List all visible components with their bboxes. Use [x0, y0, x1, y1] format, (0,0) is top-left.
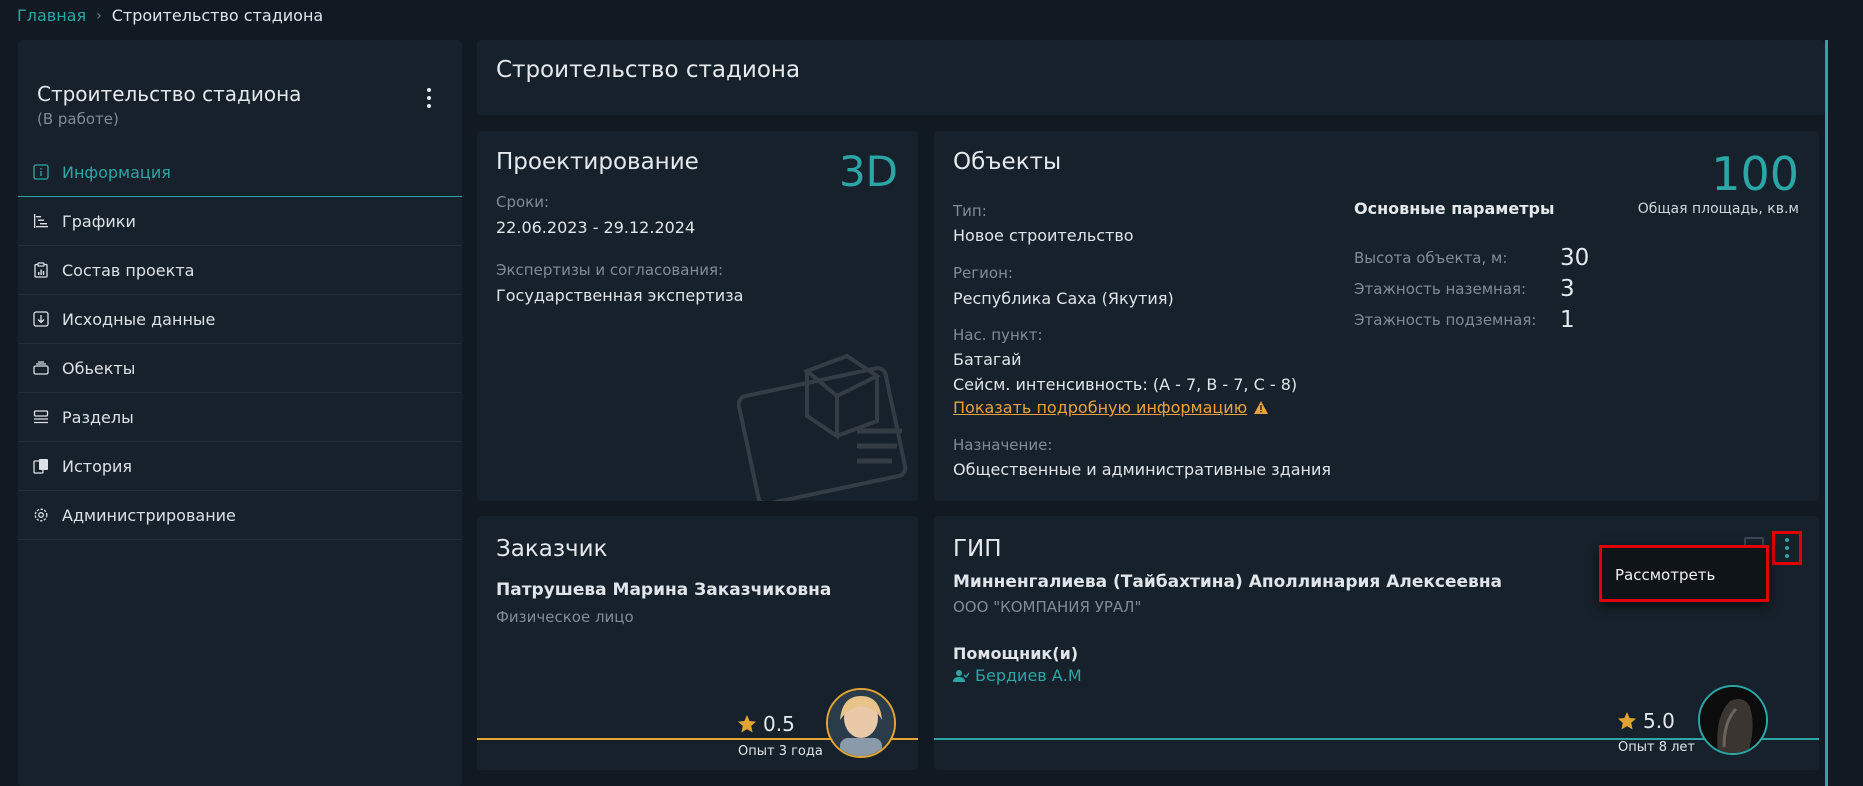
sidebar: Строительство стадиона (В работе) Информ…: [18, 40, 462, 786]
height-label: Высота объекта, м:: [1354, 249, 1508, 267]
design-3d-badge: 3D: [838, 147, 898, 196]
sidebar-item-info[interactable]: Информация: [18, 148, 462, 197]
assistants-title: Помощник(и): [953, 644, 1079, 663]
terms-label: Сроки:: [496, 193, 550, 211]
design-title: Проектирование: [496, 149, 699, 175]
gip-rating: 5.0: [1617, 709, 1675, 733]
sidebar-item-label: Графики: [62, 211, 136, 231]
objects-title: Объекты: [953, 149, 1062, 175]
customer-title: Заказчик: [496, 536, 608, 562]
project-menu-kebab-icon[interactable]: [422, 86, 436, 110]
info-icon: [32, 163, 50, 181]
show-details-link-text: Показать подробную информацию: [953, 398, 1248, 417]
sidebar-item-label: Разделы: [62, 407, 134, 427]
3d-model-illustration-icon: [737, 353, 908, 501]
gip-avatar[interactable]: [1698, 685, 1768, 755]
sidebar-item-administration[interactable]: Администрирование: [18, 491, 462, 540]
sidebar-item-label: Обьекты: [62, 358, 136, 378]
type-label: Тип:: [953, 202, 987, 220]
region-value: Республика Саха (Якутия): [953, 289, 1174, 308]
sidebar-item-project-composition[interactable]: Состав проекта: [18, 246, 462, 295]
gip-menu-kebab-icon[interactable]: [1772, 531, 1802, 565]
scrollbar[interactable]: [1825, 40, 1828, 786]
settlement-label: Нас. пункт:: [953, 326, 1043, 344]
context-menu-item-review[interactable]: Рассмотреть: [1615, 566, 1715, 584]
warning-icon: [1254, 401, 1269, 414]
show-details-link[interactable]: Показать подробную информацию: [953, 398, 1269, 417]
sidebar-item-label: История: [62, 456, 133, 476]
sidebar-item-history[interactable]: История: [18, 442, 462, 491]
clipboard-chart-icon: [32, 261, 50, 279]
customer-avatar[interactable]: [826, 688, 896, 758]
sidebar-item-objects[interactable]: Обьекты: [18, 344, 462, 393]
page-header: Строительство стадиона: [477, 40, 1825, 115]
gip-accent-line: [934, 738, 1819, 740]
sidebar-item-label: Информация: [62, 162, 171, 182]
purpose-label: Назначение:: [953, 436, 1053, 454]
sidebar-item-sections[interactable]: Разделы: [18, 393, 462, 442]
gip-name: Минненгалиева (Тайбахтина) Аполлинария А…: [953, 572, 1503, 592]
floors-below-label: Этажность подземная:: [1354, 311, 1537, 329]
page-title: Строительство стадиона: [496, 57, 801, 83]
history-icon: [32, 457, 50, 475]
context-menu: Рассмотреть: [1599, 545, 1769, 602]
customer-rating-value: 0.5: [763, 712, 795, 736]
gip-experience: Опыт 8 лет: [1618, 740, 1695, 755]
customer-experience: Опыт 3 года: [738, 744, 823, 759]
customer-name: Патрушева Марина Заказчиковна: [496, 580, 832, 600]
expertise-value: Государственная экспертиза: [496, 286, 744, 305]
sidebar-item-charts[interactable]: Графики: [18, 197, 462, 246]
star-icon: [1618, 712, 1636, 730]
customer-rating: 0.5: [737, 712, 795, 736]
expertise-label: Экспертизы и согласования:: [496, 261, 724, 279]
star-icon: [738, 715, 756, 733]
layers-icon: [32, 359, 50, 377]
terms-value: 22.06.2023 - 29.12.2024: [496, 218, 696, 237]
project-title: Строительство стадиона: [37, 82, 302, 106]
objects-card: Объекты 100 Общая площадь, кв.м Тип: Нов…: [934, 131, 1819, 501]
user-check-icon: [953, 669, 969, 682]
total-area-value: 100: [1711, 147, 1799, 201]
region-label: Регион:: [953, 264, 1013, 282]
sidebar-menu: Информация Графики Состав проекта Исходн…: [18, 148, 462, 540]
floors-above-value: 3: [1560, 276, 1575, 302]
gip-rating-value: 5.0: [1643, 709, 1675, 733]
customer-type: Физическое лицо: [496, 608, 634, 626]
assistant-link[interactable]: Бердиев А.М: [953, 666, 1082, 685]
assistant-name: Бердиев А.М: [975, 666, 1082, 685]
sidebar-item-label: Состав проекта: [62, 260, 195, 280]
breadcrumb-home-link[interactable]: Главная: [17, 6, 86, 25]
sidebar-item-source-data[interactable]: Исходные данные: [18, 295, 462, 344]
breadcrumb-separator: ›: [96, 7, 102, 24]
sidebar-item-label: Администрирование: [62, 505, 236, 525]
gip-company: ООО "КОМПАНИЯ УРАЛ": [953, 598, 1142, 616]
main-params-title: Основные параметры: [1354, 199, 1555, 218]
sidebar-item-label: Исходные данные: [62, 309, 216, 329]
project-status: (В работе): [37, 110, 119, 128]
total-area-label: Общая площадь, кв.м: [1637, 201, 1799, 217]
breadcrumb: Главная › Строительство стадиона: [17, 6, 323, 25]
settlement-value: Батагай: [953, 350, 1022, 369]
download-box-icon: [32, 310, 50, 328]
floors-above-label: Этажность наземная:: [1354, 280, 1527, 298]
floors-below-value: 1: [1560, 307, 1575, 333]
gear-icon: [32, 506, 50, 524]
type-value: Новое строительство: [953, 226, 1134, 245]
height-value: 30: [1560, 245, 1590, 271]
sections-icon: [32, 408, 50, 426]
gantt-icon: [32, 212, 50, 230]
purpose-value: Общественные и административные здания: [953, 460, 1332, 479]
gip-title: ГИП: [953, 536, 1002, 562]
customer-card: Заказчик Патрушева Марина Заказчиковна Ф…: [477, 516, 918, 770]
breadcrumb-current: Строительство стадиона: [111, 6, 324, 25]
seismic-intensity: Сейсм. интенсивность: (A - 7, B - 7, C -…: [953, 375, 1298, 394]
design-card: Проектирование 3D Сроки: 22.06.2023 - 29…: [477, 131, 918, 501]
